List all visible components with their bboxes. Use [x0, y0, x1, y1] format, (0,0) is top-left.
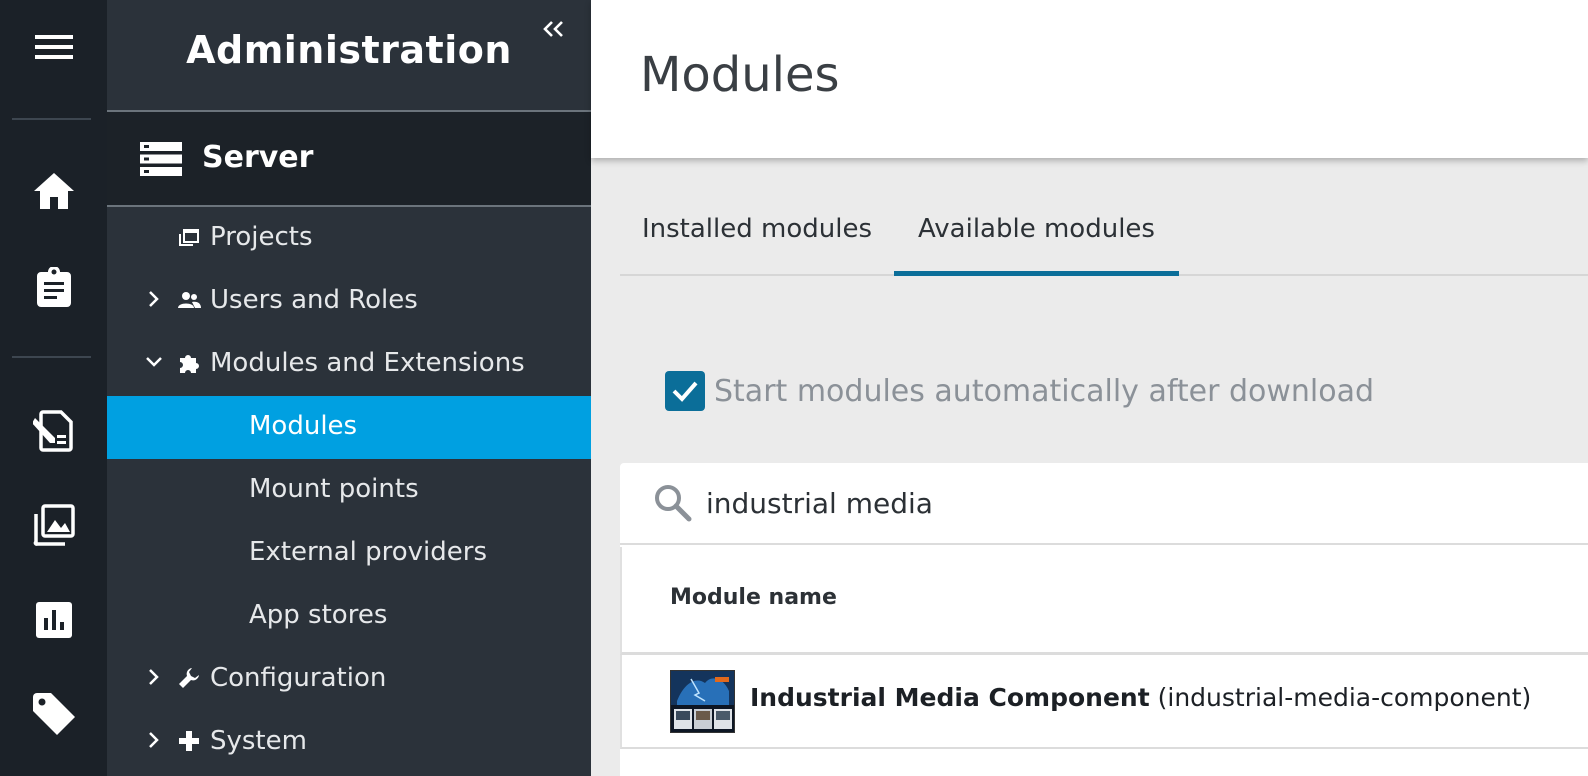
module-thumbnail — [670, 670, 735, 733]
sidebar-item-label: Modules — [249, 411, 358, 441]
tab-available-modules[interactable]: Available modules — [894, 200, 1179, 276]
sidebar-item-modules-and-extensions[interactable]: Modules and Extensions — [107, 333, 591, 396]
bar-chart-icon — [35, 602, 72, 638]
clipboard-button[interactable] — [0, 257, 107, 317]
sidebar-item-label: Projects — [210, 222, 313, 252]
sidebar-item-external-providers[interactable]: External providers — [107, 522, 591, 585]
clipboard-icon — [36, 267, 71, 307]
search-bar — [620, 463, 1588, 545]
icon-rail — [0, 0, 107, 776]
projects-icon — [179, 229, 199, 246]
chevron-right-icon — [149, 291, 159, 307]
sidebar-item-label: Users and Roles — [210, 285, 418, 315]
sidebar-item-label: Mount points — [249, 474, 419, 504]
table-header: Module name — [620, 547, 1588, 655]
admin-sidebar: Administration Server Projects Users and… — [107, 0, 591, 776]
module-tabs: Installed modules Available modules — [620, 200, 1588, 276]
auto-start-label: Start modules automatically after downlo… — [714, 373, 1375, 409]
sidebar-item-projects[interactable]: Projects — [107, 207, 591, 270]
collapse-sidebar-button[interactable] — [539, 14, 569, 44]
sidebar-item-label: External providers — [249, 537, 488, 567]
auto-start-option[interactable]: Start modules automatically after downlo… — [665, 371, 1374, 411]
module-id: (industrial-media-component) — [1157, 683, 1532, 712]
double-chevron-left-icon — [543, 21, 563, 37]
sidebar-item-label: System — [210, 726, 307, 756]
sidebar-item-users-and-roles[interactable]: Users and Roles — [107, 270, 591, 333]
page-header: Modules — [591, 0, 1588, 158]
server-section[interactable]: Server — [107, 112, 591, 207]
auto-start-checkbox[interactable] — [665, 371, 705, 411]
server-label: Server — [202, 140, 314, 175]
sidebar-title: Administration — [186, 28, 512, 72]
home-icon — [33, 173, 74, 209]
sidebar-item-system[interactable]: System — [107, 711, 591, 774]
server-icon — [140, 142, 182, 176]
edit-content-button[interactable] — [0, 401, 107, 461]
chevron-right-icon — [149, 732, 159, 748]
sidebar-item-modules[interactable]: Modules — [107, 396, 591, 459]
images-button[interactable] — [0, 495, 107, 555]
sidebar-item-app-stores[interactable]: App stores — [107, 585, 591, 648]
tab-installed-modules[interactable]: Installed modules — [620, 200, 894, 276]
search-input[interactable] — [706, 481, 1506, 525]
rail-divider — [12, 118, 91, 120]
chevron-right-icon — [149, 669, 159, 685]
puzzle-icon — [180, 355, 199, 373]
plus-icon — [179, 731, 199, 751]
menu-icon — [34, 35, 73, 59]
checkmark-icon — [672, 381, 698, 402]
images-icon — [33, 504, 75, 546]
search-icon — [655, 485, 692, 522]
tag-icon — [32, 693, 75, 735]
wrench-icon — [179, 668, 199, 688]
analytics-button[interactable] — [0, 590, 107, 650]
sidebar-item-label: Configuration — [210, 663, 387, 693]
sidebar-item-label: Modules and Extensions — [210, 348, 525, 378]
page-title: Modules — [640, 47, 840, 103]
module-name-text: Industrial Media Component (industrial-m… — [750, 683, 1531, 712]
modules-card: Module name Industrial Media Component (… — [620, 463, 1588, 776]
sidebar-item-configuration[interactable]: Configuration — [107, 648, 591, 711]
edit-document-icon — [32, 410, 73, 452]
chevron-down-icon — [146, 357, 162, 367]
sidebar-header: Administration — [107, 0, 591, 112]
users-icon — [178, 292, 201, 308]
column-header-module-name[interactable]: Module name — [670, 585, 837, 610]
menu-button[interactable] — [0, 17, 107, 77]
table-row[interactable]: Industrial Media Component (industrial-m… — [620, 655, 1588, 749]
home-button[interactable] — [0, 161, 107, 221]
sidebar-item-label: App stores — [249, 600, 388, 630]
sidebar-item-mount-points[interactable]: Mount points — [107, 459, 591, 522]
rail-divider — [12, 356, 91, 358]
tags-button[interactable] — [0, 684, 107, 744]
module-name: Industrial Media Component — [750, 683, 1150, 712]
